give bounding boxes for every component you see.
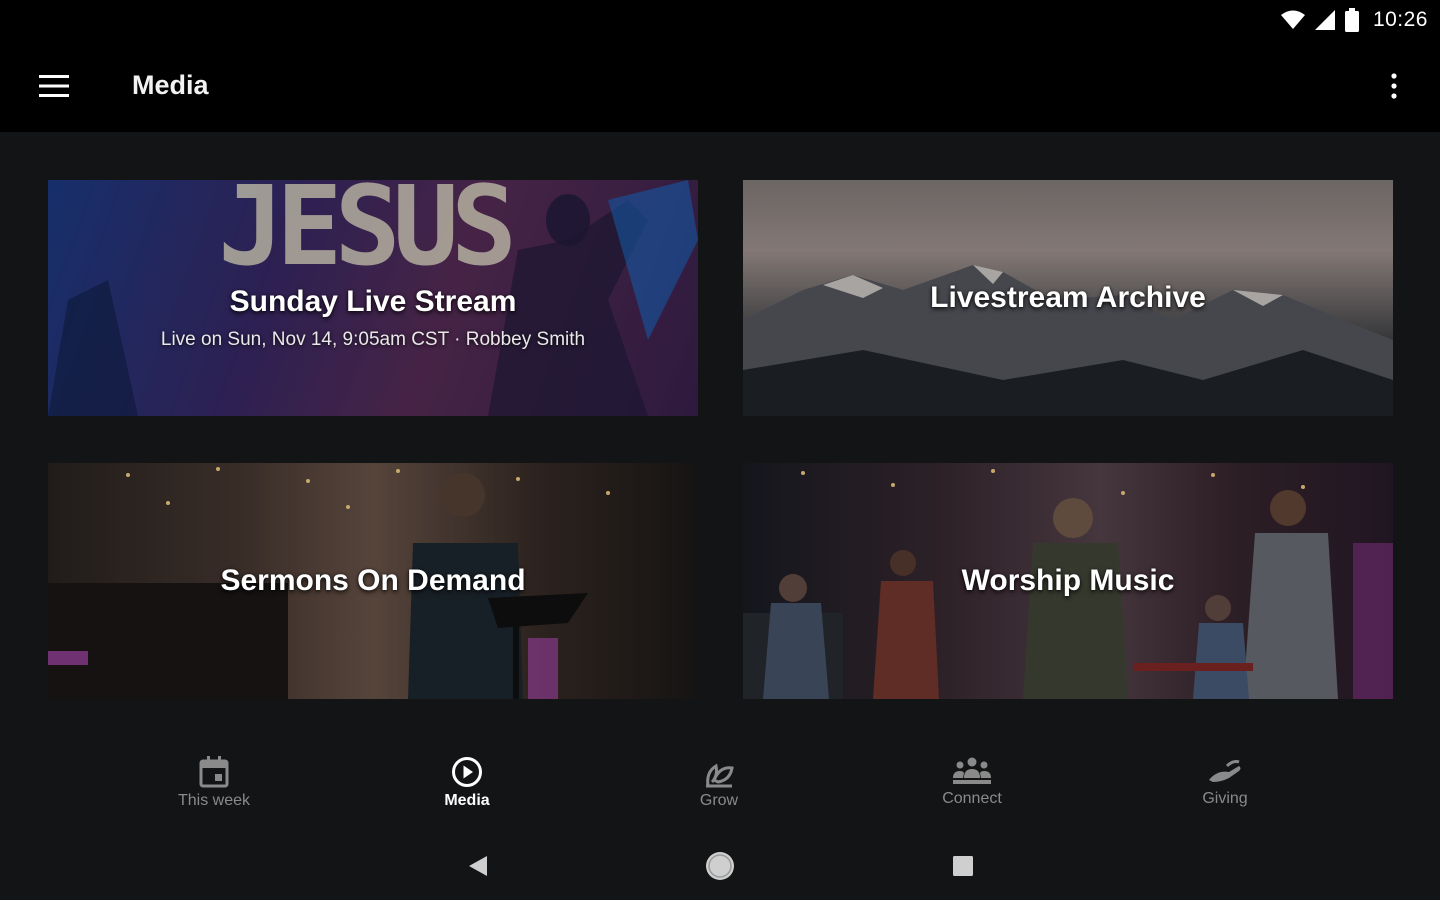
nav-label: Giving bbox=[1202, 790, 1248, 807]
nav-connect[interactable]: Connect bbox=[902, 756, 1042, 826]
bottom-navigation: This week Media Grow Connect Giving bbox=[0, 732, 1440, 832]
status-clock: 10:26 bbox=[1372, 8, 1428, 31]
media-grid: JESUS Sunday Live Stream Live on Sun, No… bbox=[0, 132, 1440, 732]
recents-square-icon bbox=[953, 856, 973, 876]
nav-media[interactable]: Media bbox=[397, 756, 537, 826]
card-subtitle: Live on Sun, Nov 14, 9:05am CST · Robbey… bbox=[160, 329, 586, 350]
nav-label: Connect bbox=[942, 790, 1002, 807]
wifi-icon bbox=[1280, 10, 1305, 29]
menu-button[interactable] bbox=[30, 66, 78, 106]
battery-icon bbox=[1344, 8, 1359, 32]
card-title: Sermons On Demand bbox=[220, 564, 526, 597]
nav-label: This week bbox=[177, 792, 251, 809]
hamburger-icon bbox=[39, 75, 69, 97]
more-vertical-icon bbox=[1391, 73, 1397, 99]
back-button[interactable] bbox=[462, 850, 494, 882]
overflow-menu-button[interactable] bbox=[1376, 64, 1412, 108]
card-title: Livestream Archive bbox=[930, 281, 1206, 314]
back-triangle-icon bbox=[469, 856, 487, 876]
nav-giving[interactable]: Giving bbox=[1155, 756, 1295, 826]
calendar-icon bbox=[199, 756, 229, 788]
system-navigation-bar bbox=[0, 832, 1440, 900]
card-sunday-live-stream[interactable]: JESUS Sunday Live Stream Live on Sun, No… bbox=[48, 180, 698, 416]
group-icon bbox=[953, 757, 991, 784]
card-title: Worship Music bbox=[961, 564, 1175, 597]
cell-signal-icon bbox=[1314, 10, 1335, 30]
sprout-icon bbox=[706, 763, 734, 788]
hand-give-icon bbox=[1209, 760, 1241, 782]
page-title: Media bbox=[132, 70, 209, 100]
card-worship-music[interactable]: Worship Music bbox=[743, 463, 1393, 699]
nav-grow[interactable]: Grow bbox=[649, 756, 789, 826]
recents-button[interactable] bbox=[947, 850, 979, 882]
home-button[interactable] bbox=[704, 850, 736, 882]
card-livestream-archive[interactable]: Livestream Archive bbox=[743, 180, 1393, 416]
home-circle-icon bbox=[706, 852, 734, 880]
card-title: Sunday Live Stream bbox=[229, 285, 517, 318]
nav-label: Media bbox=[444, 792, 490, 809]
app-bar: Media bbox=[0, 40, 1440, 132]
card-sermons-on-demand[interactable]: Sermons On Demand bbox=[48, 463, 698, 699]
nav-label: Grow bbox=[699, 792, 739, 809]
status-icons: 10:26 bbox=[1280, 6, 1428, 34]
status-bar: 10:26 bbox=[0, 0, 1440, 40]
play-circle-icon bbox=[452, 757, 482, 787]
nav-this-week[interactable]: This week bbox=[144, 756, 284, 826]
